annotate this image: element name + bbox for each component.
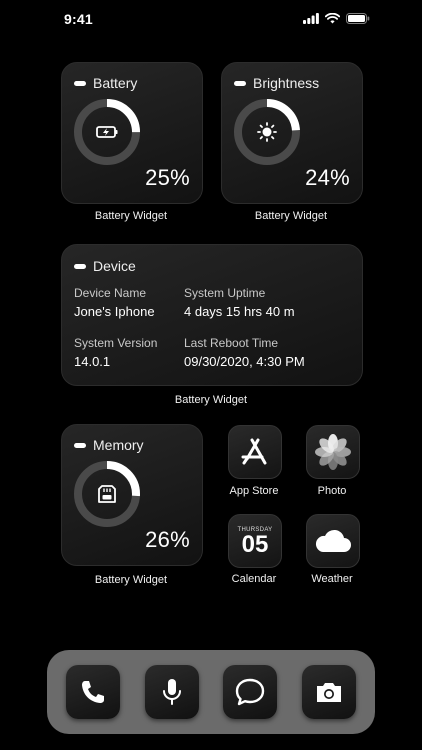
- photo-flower-icon: [315, 434, 351, 470]
- dock-camera-app[interactable]: [302, 665, 356, 719]
- calendar-label: Calendar: [231, 573, 277, 585]
- calendar-day: 05: [241, 531, 269, 558]
- system-version-label: System Version: [74, 336, 158, 350]
- photo-app[interactable]: [306, 425, 360, 479]
- status-icons: [303, 13, 370, 24]
- device-widget-title: Device: [74, 258, 136, 274]
- weather-app[interactable]: [306, 514, 360, 568]
- device-name-value: Jone's Iphone: [74, 304, 155, 319]
- sun-icon: [257, 122, 277, 142]
- brightness-ring: [234, 99, 300, 165]
- pill-icon: [234, 80, 246, 86]
- system-uptime-label: System Uptime: [184, 286, 266, 300]
- memory-percent: 26%: [145, 527, 190, 552]
- app-store-icon: [241, 438, 267, 465]
- dock-phone-app[interactable]: [66, 665, 120, 719]
- sd-card-icon: [98, 485, 116, 503]
- app-store-app[interactable]: [228, 425, 282, 479]
- device-widget[interactable]: Device Device Name Jone's Iphone System …: [61, 244, 363, 386]
- cloud-icon: [315, 529, 351, 552]
- dock-microphone-app[interactable]: [145, 665, 199, 719]
- pill-icon: [74, 263, 86, 269]
- status-time: 9:41: [64, 11, 93, 27]
- signal-icon: [303, 13, 319, 24]
- battery-ring: [74, 99, 140, 165]
- app-store-label: App Store: [229, 485, 279, 497]
- memory-widget-caption: Battery Widget: [94, 574, 168, 586]
- battery-widget-title: Battery: [74, 75, 137, 91]
- phone-icon: [82, 681, 104, 703]
- memory-ring: [74, 461, 140, 527]
- weather-label: Weather: [311, 573, 353, 585]
- system-version-value: 14.0.1: [74, 354, 111, 369]
- system-uptime-value: 4 days 15 hrs 40 m: [184, 304, 295, 319]
- calendar-app[interactable]: THURSDAY 05: [228, 514, 282, 568]
- photo-label: Photo: [317, 485, 347, 497]
- pill-icon: [74, 80, 86, 86]
- battery-status-icon: [346, 13, 370, 24]
- last-reboot-label: Last Reboot Time: [184, 336, 279, 350]
- last-reboot-value: 09/30/2020, 4:30 PM: [184, 354, 305, 369]
- brightness-widget-title: Brightness: [234, 75, 319, 91]
- dock-messages-app[interactable]: [223, 665, 277, 719]
- device-widget-caption: Battery Widget: [174, 394, 248, 406]
- battery-percent: 25%: [145, 165, 190, 190]
- pill-icon: [74, 442, 86, 448]
- brightness-widget-caption: Battery Widget: [254, 210, 328, 222]
- microphone-icon: [163, 679, 181, 705]
- battery-widget[interactable]: Battery 25%: [61, 62, 203, 204]
- memory-widget-title: Memory: [74, 437, 144, 453]
- message-bubble-icon: [235, 678, 265, 706]
- brightness-percent: 24%: [305, 165, 350, 190]
- device-name-label: Device Name: [74, 286, 147, 300]
- brightness-widget[interactable]: Brightness 24%: [221, 62, 363, 204]
- battery-widget-caption: Battery Widget: [94, 210, 168, 222]
- memory-widget[interactable]: Memory 26%: [61, 424, 203, 566]
- wifi-icon: [325, 13, 340, 24]
- battery-charging-icon: [96, 126, 118, 138]
- camera-icon: [317, 683, 341, 702]
